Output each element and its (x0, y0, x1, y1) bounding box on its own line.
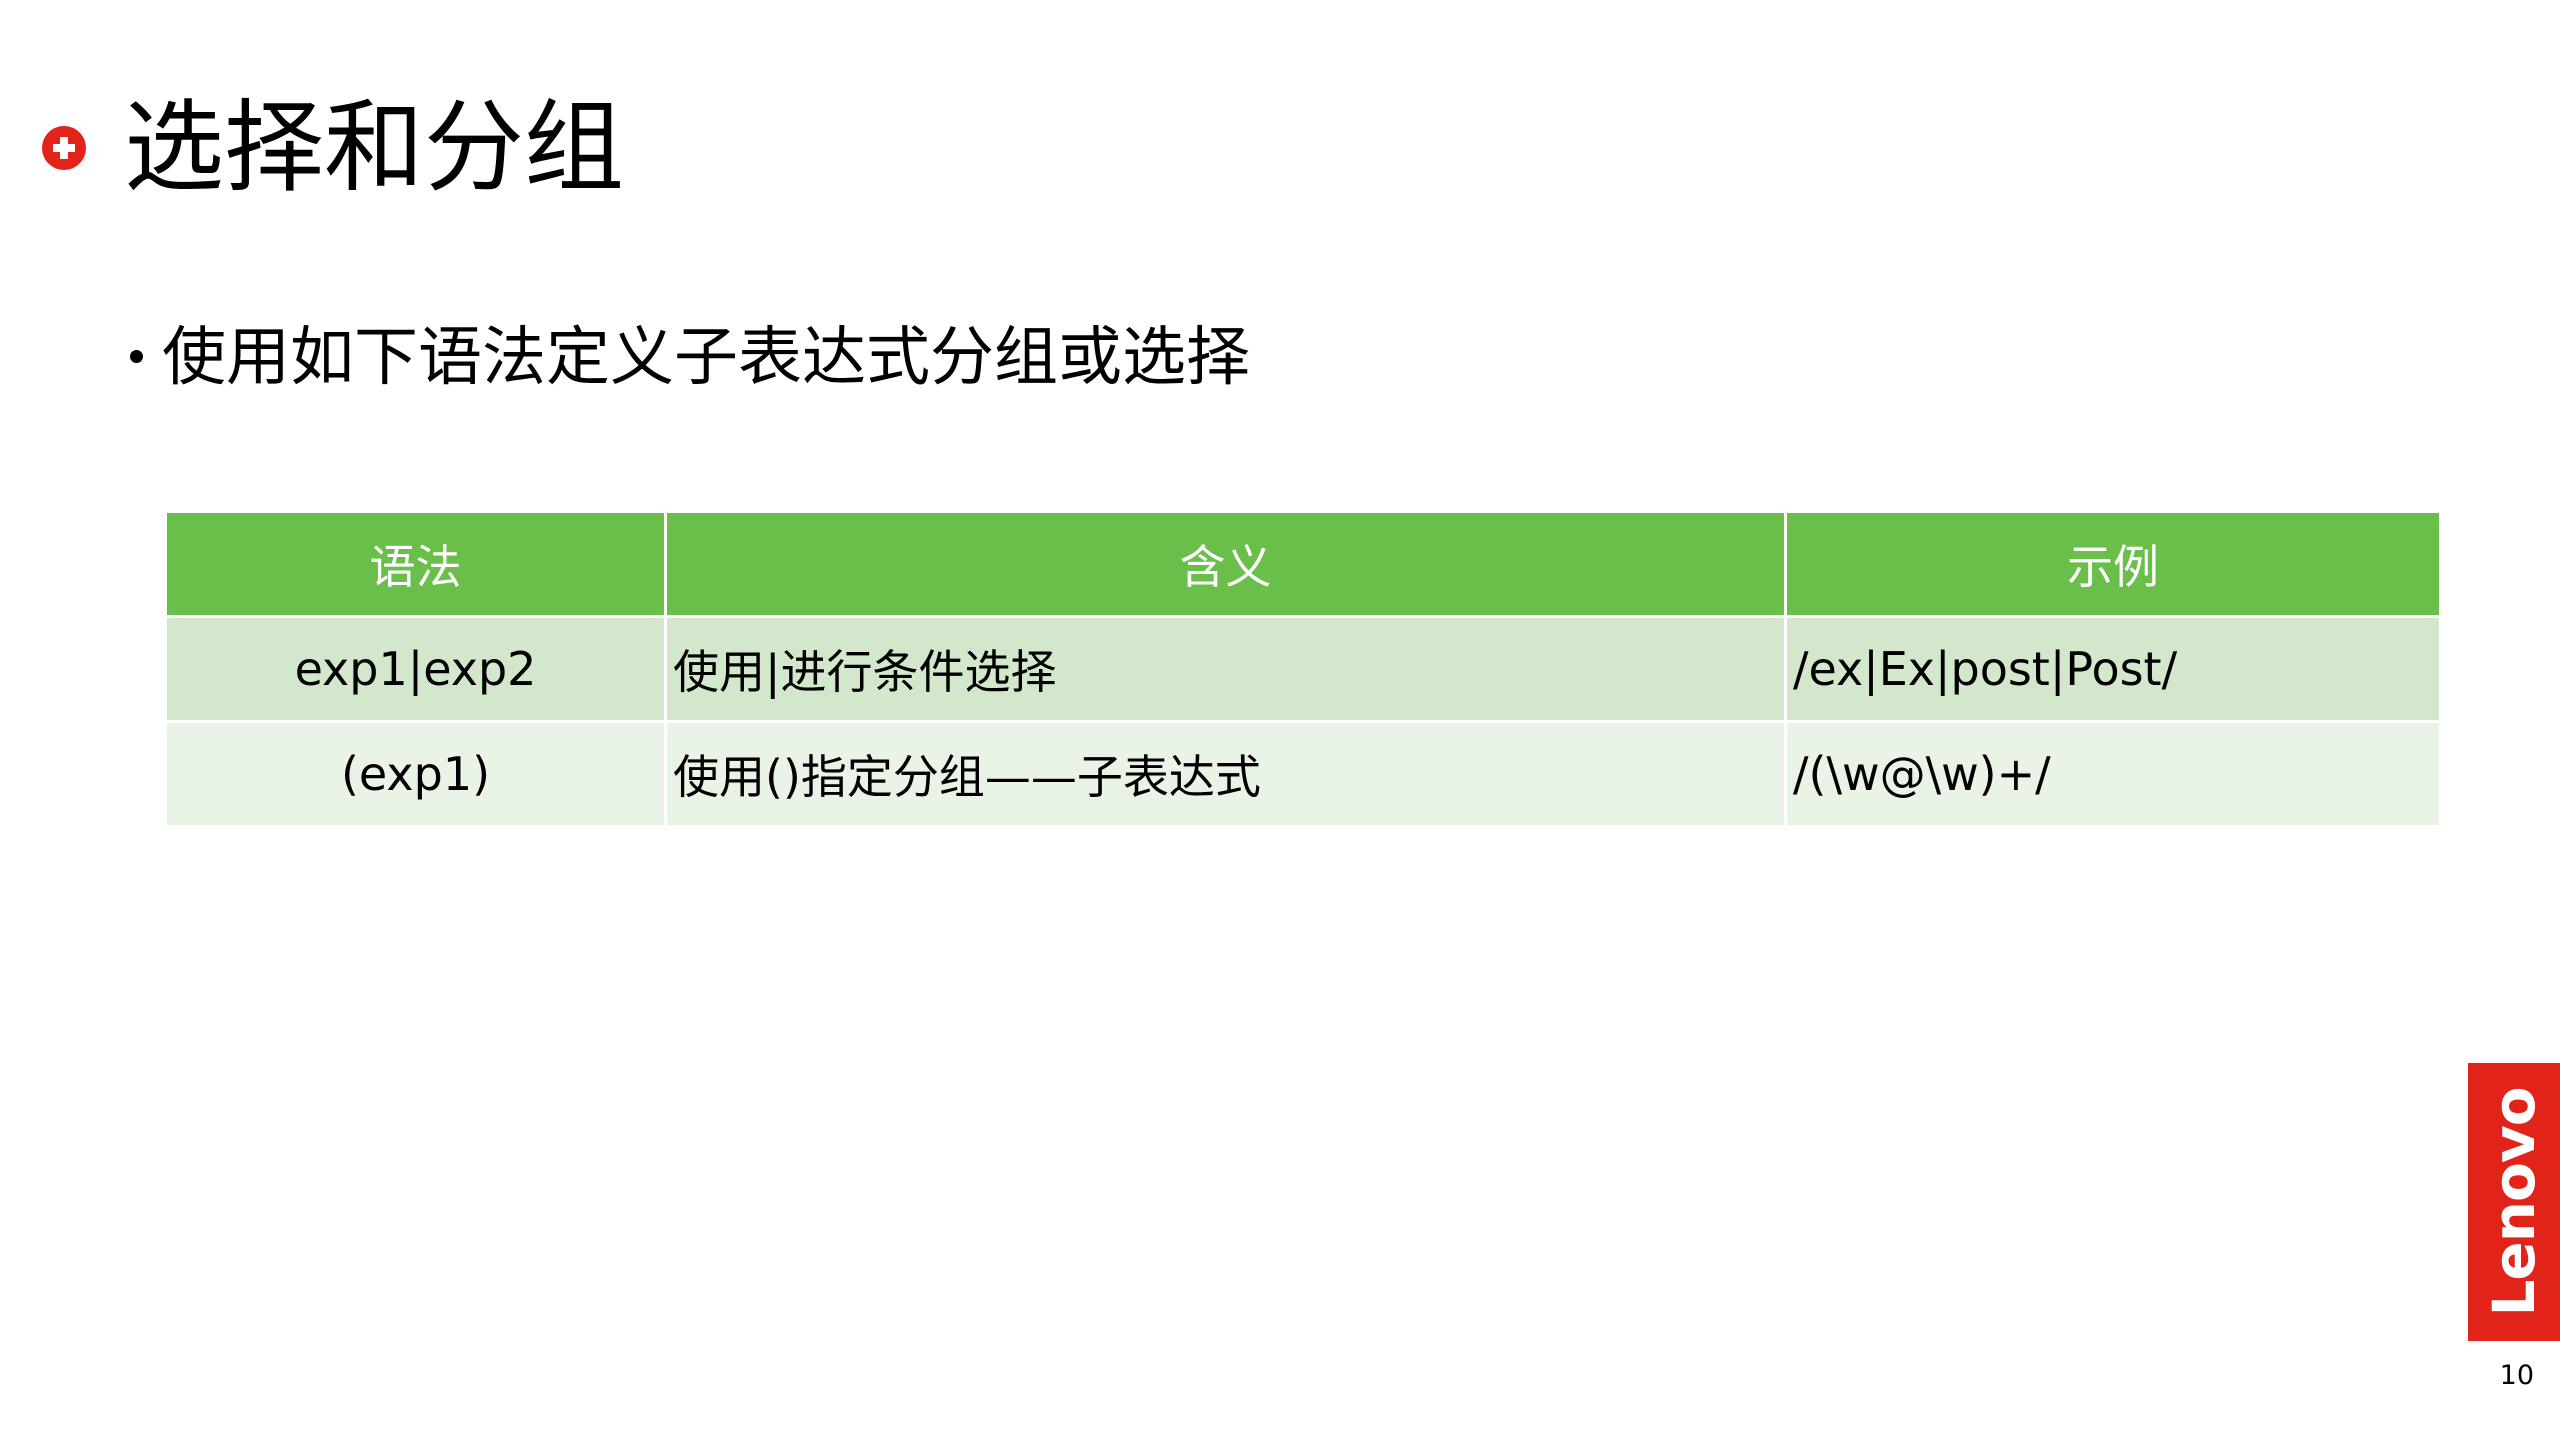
page-number: 10 (2499, 1360, 2534, 1391)
page-title: 选择和分组 (124, 89, 624, 206)
cell-syntax: exp1|exp2 (167, 618, 664, 720)
cell-meaning: 使用()指定分组——子表达式 (667, 723, 1784, 825)
cell-syntax: (exp1) (167, 723, 664, 825)
syntax-table: 语法 含义 示例 exp1|exp2 使用|进行条件选择 /ex|Ex|post… (164, 510, 2442, 828)
bullet-icon (130, 350, 143, 363)
lenovo-logo: Lenovo (2468, 1063, 2560, 1341)
table-row: exp1|exp2 使用|进行条件选择 /ex|Ex|post|Post/ (167, 618, 2439, 720)
logo-text: Lenovo (2480, 1087, 2548, 1317)
cell-example: /ex|Ex|post|Post/ (1787, 618, 2439, 720)
cell-example: /(\w@\w)+/ (1787, 723, 2439, 825)
header-example: 示例 (1787, 513, 2439, 615)
table-header-row: 语法 含义 示例 (167, 513, 2439, 615)
plus-circle-icon (42, 126, 86, 170)
cell-meaning: 使用|进行条件选择 (667, 618, 1784, 720)
header-meaning: 含义 (667, 513, 1784, 615)
bullet-text: 使用如下语法定义子表达式分组或选择 (162, 321, 1250, 395)
header-syntax: 语法 (167, 513, 664, 615)
table-row: (exp1) 使用()指定分组——子表达式 /(\w@\w)+/ (167, 723, 2439, 825)
